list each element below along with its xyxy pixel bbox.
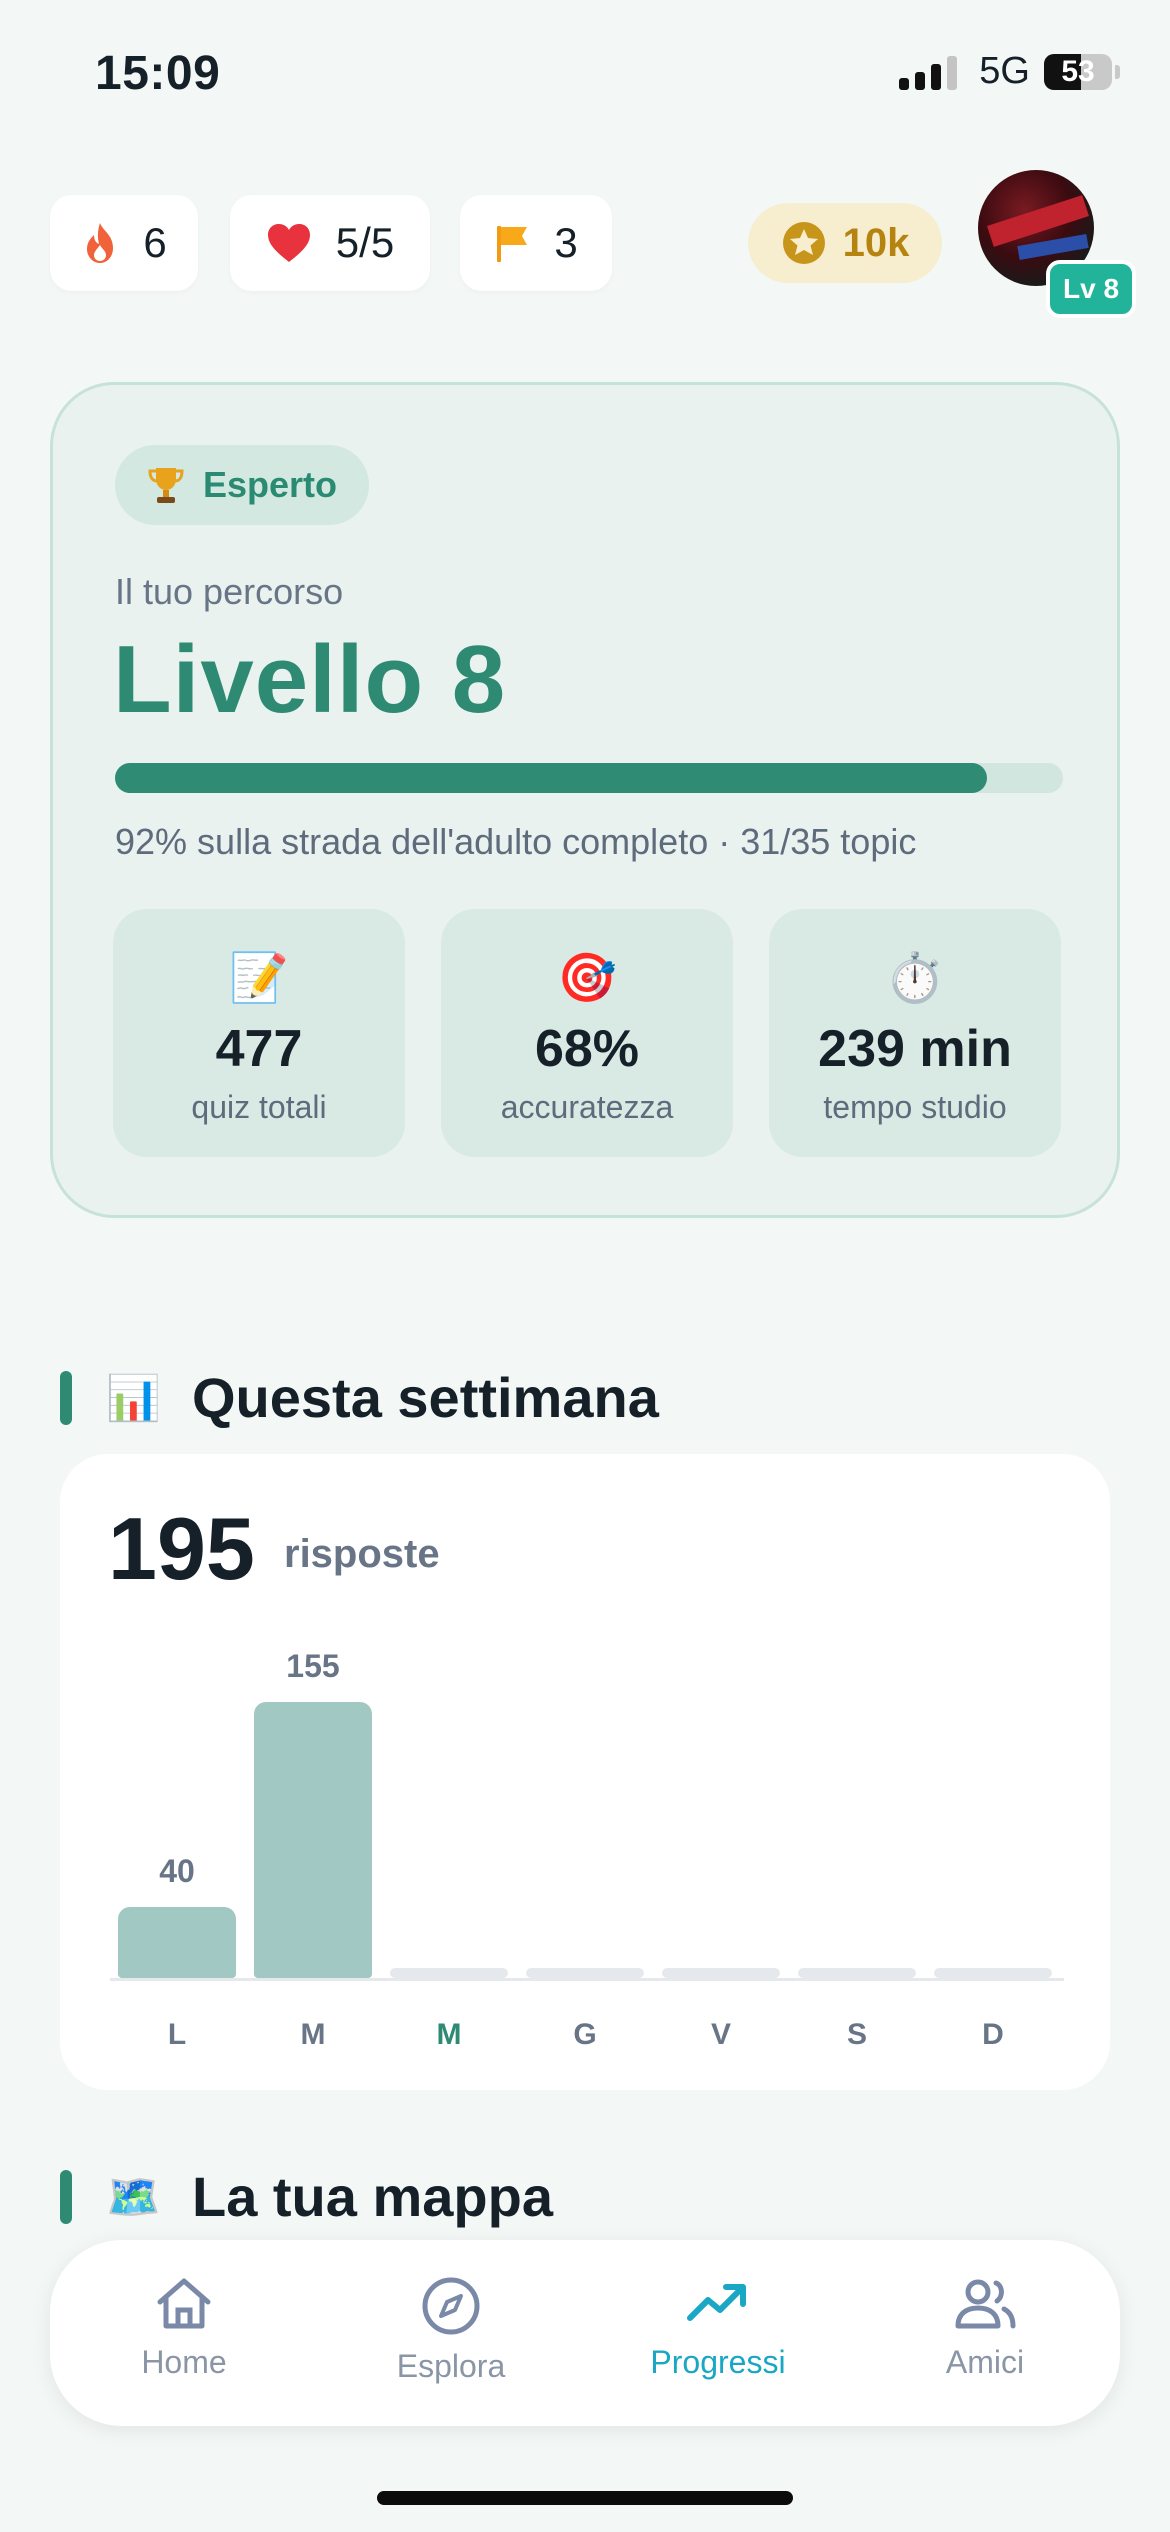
- level-title: Livello 8: [113, 626, 507, 733]
- coins-chip[interactable]: 10k: [748, 203, 942, 283]
- section-accent-bar: [60, 2169, 72, 2224]
- nav-label: Home: [141, 2344, 227, 2380]
- streak-chip[interactable]: 6: [50, 195, 198, 291]
- lives-chip[interactable]: 5/5: [230, 195, 430, 291]
- day-label: V: [710, 2018, 731, 2051]
- chart-baseline: [110, 1978, 1064, 1981]
- nav-label: Esplora: [396, 2348, 506, 2384]
- bar-chart-icon: 📊: [106, 1373, 161, 1423]
- level-card: Esperto Il tuo percorso Livello 8 92% su…: [50, 382, 1120, 1218]
- status-indicators: 5G 53: [899, 50, 1120, 93]
- stopwatch-icon: ⏱️: [885, 952, 945, 1005]
- lives-value: 5/5: [335, 219, 395, 266]
- nav-explore[interactable]: Esplora: [351, 2276, 551, 2385]
- nav-progress[interactable]: Progressi: [618, 2276, 818, 2381]
- bottom-nav: Home Esplora Progressi Amici: [50, 2240, 1120, 2426]
- chart-bar: [934, 1968, 1052, 1978]
- flag-icon: [497, 226, 528, 262]
- stat-accuracy: 🎯 68% accuratezza: [441, 909, 733, 1157]
- bar-value-label: 40: [159, 1853, 195, 1889]
- day-label: M: [436, 2018, 462, 2051]
- home-indicator: [377, 2491, 793, 2505]
- stat-label: tempo studio: [823, 1089, 1007, 1125]
- stat-quiz-total: 📝 477 quiz totali: [113, 909, 405, 1157]
- stat-label: quiz totali: [191, 1089, 327, 1125]
- bar-value-label: 155: [286, 1648, 340, 1684]
- day-label: M: [300, 2018, 326, 2051]
- chart-bar: [390, 1968, 508, 1978]
- nav-home[interactable]: Home: [84, 2276, 284, 2381]
- flags-value: 3: [554, 219, 578, 266]
- stat-label: accuratezza: [500, 1089, 674, 1125]
- rank-label: Esperto: [203, 464, 338, 505]
- level-progress-text: 92% sulla strada dell'adulto completo · …: [115, 821, 917, 862]
- chart-bar: [118, 1907, 236, 1978]
- flags-chip[interactable]: 3: [460, 195, 612, 291]
- memo-icon: 📝: [229, 952, 289, 1005]
- chart-bar: [662, 1968, 780, 1978]
- flame-icon: [87, 223, 114, 263]
- nav-label: Amici: [945, 2344, 1025, 2380]
- stat-value: 477: [215, 1020, 303, 1078]
- star-coin-icon: [782, 222, 825, 264]
- chart-bar: [798, 1968, 916, 1978]
- day-label: G: [573, 2018, 597, 2051]
- week-section-header: 📊 Questa settimana: [60, 1365, 659, 1430]
- chart-bar: [254, 1702, 372, 1978]
- map-icon: 🗺️: [106, 2172, 161, 2222]
- section-accent-bar: [60, 1370, 72, 1425]
- map-section-header: 🗺️ La tua mappa: [60, 2164, 553, 2229]
- home-icon: [157, 2278, 211, 2329]
- stat-study-time: ⏱️ 239 min tempo studio: [769, 909, 1061, 1157]
- stat-value: 239 min: [818, 1020, 1012, 1078]
- battery-icon: 53: [1044, 53, 1120, 90]
- day-label: S: [846, 2018, 867, 2051]
- battery-level: 53: [1061, 54, 1095, 88]
- target-icon: 🎯: [557, 952, 617, 1005]
- friends-icon: [955, 2279, 1016, 2329]
- week-section-title: Questa settimana: [192, 1366, 659, 1429]
- trophy-icon: [148, 468, 184, 503]
- map-section-title: La tua mappa: [192, 2165, 553, 2228]
- compass-icon: [422, 2277, 480, 2335]
- trending-up-icon: [687, 2284, 746, 2321]
- week-total: 195: [108, 1499, 255, 1598]
- day-label: D: [982, 2018, 1004, 2051]
- chart-bar: [526, 1968, 644, 1978]
- avatar-level-badge: Lv 8: [1046, 260, 1136, 318]
- stat-value: 68%: [534, 1020, 640, 1078]
- week-card: 195 risposte 40 L 155 M M G V S D: [60, 1454, 1110, 2090]
- streak-value: 6: [143, 219, 167, 266]
- nav-label: Progressi: [650, 2344, 786, 2380]
- heart-icon: [267, 224, 310, 262]
- level-progress-fill: [115, 763, 988, 793]
- rank-badge: Esperto: [115, 445, 370, 525]
- week-unit: risposte: [284, 1532, 440, 1576]
- level-progress-bar: [115, 763, 1063, 793]
- network-label: 5G: [979, 50, 1030, 92]
- nav-friends[interactable]: Amici: [885, 2276, 1085, 2381]
- signal-icon: [899, 54, 958, 90]
- coins-value: 10k: [842, 220, 910, 265]
- status-time: 15:09: [95, 47, 221, 100]
- level-subtitle: Il tuo percorso: [115, 571, 344, 612]
- day-label: L: [167, 2018, 187, 2051]
